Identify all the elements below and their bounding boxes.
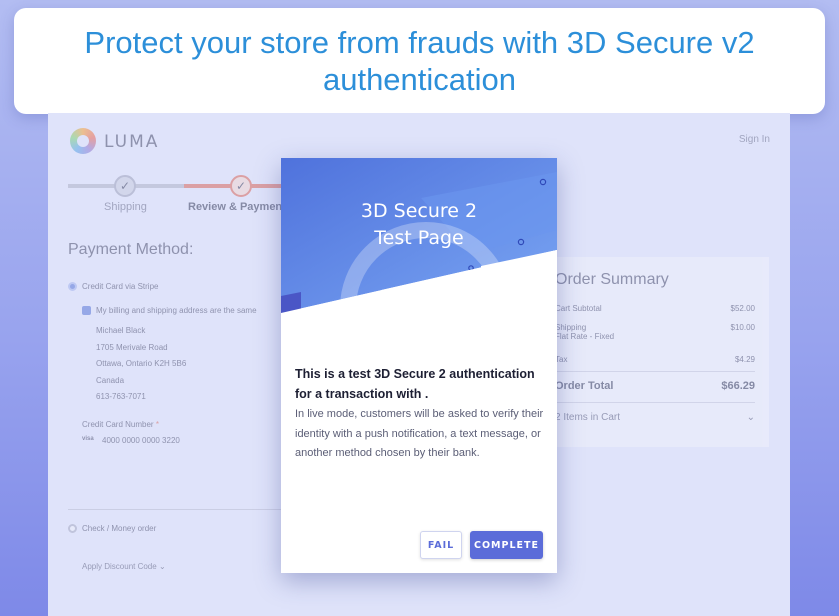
luma-logo-icon bbox=[70, 128, 96, 154]
modal-description: In live mode, customers will be asked to… bbox=[295, 408, 544, 459]
3ds-test-modal: 3D Secure 2 Test Page This is a test 3D … bbox=[281, 158, 557, 573]
card-number-label: Credit Card Number * bbox=[82, 420, 159, 429]
address-line: Ottawa, Ontario K2H 5B6 bbox=[96, 359, 187, 368]
promo-banner: Protect your store from frauds with 3D S… bbox=[14, 8, 825, 114]
step-review-check-icon: ✓ bbox=[230, 175, 252, 197]
summary-divider bbox=[555, 371, 755, 372]
step-review-label: Review & Paymen bbox=[188, 201, 283, 213]
credit-card-radio[interactable] bbox=[68, 282, 77, 291]
order-total-row: Order Total $66.29 bbox=[555, 380, 755, 392]
banner-text: Protect your store from frauds with 3D S… bbox=[84, 25, 755, 97]
apply-discount-toggle[interactable]: Apply Discount Code ⌄ bbox=[82, 562, 166, 571]
complete-button[interactable]: COMPLETE bbox=[470, 531, 543, 559]
billing-address: Michael Black 1705 Merivale Road Ottawa,… bbox=[96, 323, 186, 406]
step-shipping-check-icon[interactable]: ✓ bbox=[114, 175, 136, 197]
card-number-value[interactable]: 4000 0000 0000 3220 bbox=[102, 436, 180, 445]
address-line: Michael Black bbox=[96, 326, 146, 335]
credit-card-option-label[interactable]: Credit Card via Stripe bbox=[82, 282, 158, 291]
payment-method-title: Payment Method: bbox=[68, 241, 194, 258]
billing-same-checkbox[interactable] bbox=[82, 306, 91, 315]
cart-subtotal-row: Cart Subtotal $52.00 bbox=[555, 304, 755, 313]
shipping-row: Shipping Flat Rate - Fixed $10.00 bbox=[555, 323, 755, 341]
modal-hero-graphic bbox=[281, 158, 557, 348]
summary-divider bbox=[555, 402, 755, 403]
tax-row: Tax $4.29 bbox=[555, 355, 755, 364]
step-shipping-label[interactable]: Shipping bbox=[104, 201, 147, 213]
check-money-order-radio[interactable] bbox=[68, 524, 77, 533]
chevron-down-icon: ⌄ bbox=[746, 412, 755, 423]
items-in-cart-toggle[interactable]: 2 Items in Cart ⌄ bbox=[555, 412, 755, 423]
store-logo-text: LUMA bbox=[104, 132, 160, 152]
visa-icon: visa bbox=[82, 436, 94, 442]
address-line: 613-763-7071 bbox=[96, 392, 146, 401]
chevron-down-icon: ⌄ bbox=[158, 562, 166, 571]
billing-same-label: My billing and shipping address are the … bbox=[96, 306, 257, 315]
modal-title: 3D Secure 2 Test Page bbox=[360, 200, 478, 249]
check-money-order-label[interactable]: Check / Money order bbox=[82, 524, 156, 533]
modal-heading: This is a test 3D Secure 2 authenticatio… bbox=[295, 367, 535, 401]
order-summary-title: Order Summary bbox=[555, 271, 669, 288]
payment-divider bbox=[68, 509, 300, 510]
address-line: 1705 Merivale Road bbox=[96, 342, 168, 352]
fail-button[interactable]: FAIL bbox=[420, 531, 462, 559]
address-line: Canada bbox=[96, 375, 125, 385]
sign-in-link[interactable]: Sign In bbox=[739, 134, 770, 145]
order-summary: Order Summary Cart Subtotal $52.00 Shippi… bbox=[543, 257, 769, 447]
